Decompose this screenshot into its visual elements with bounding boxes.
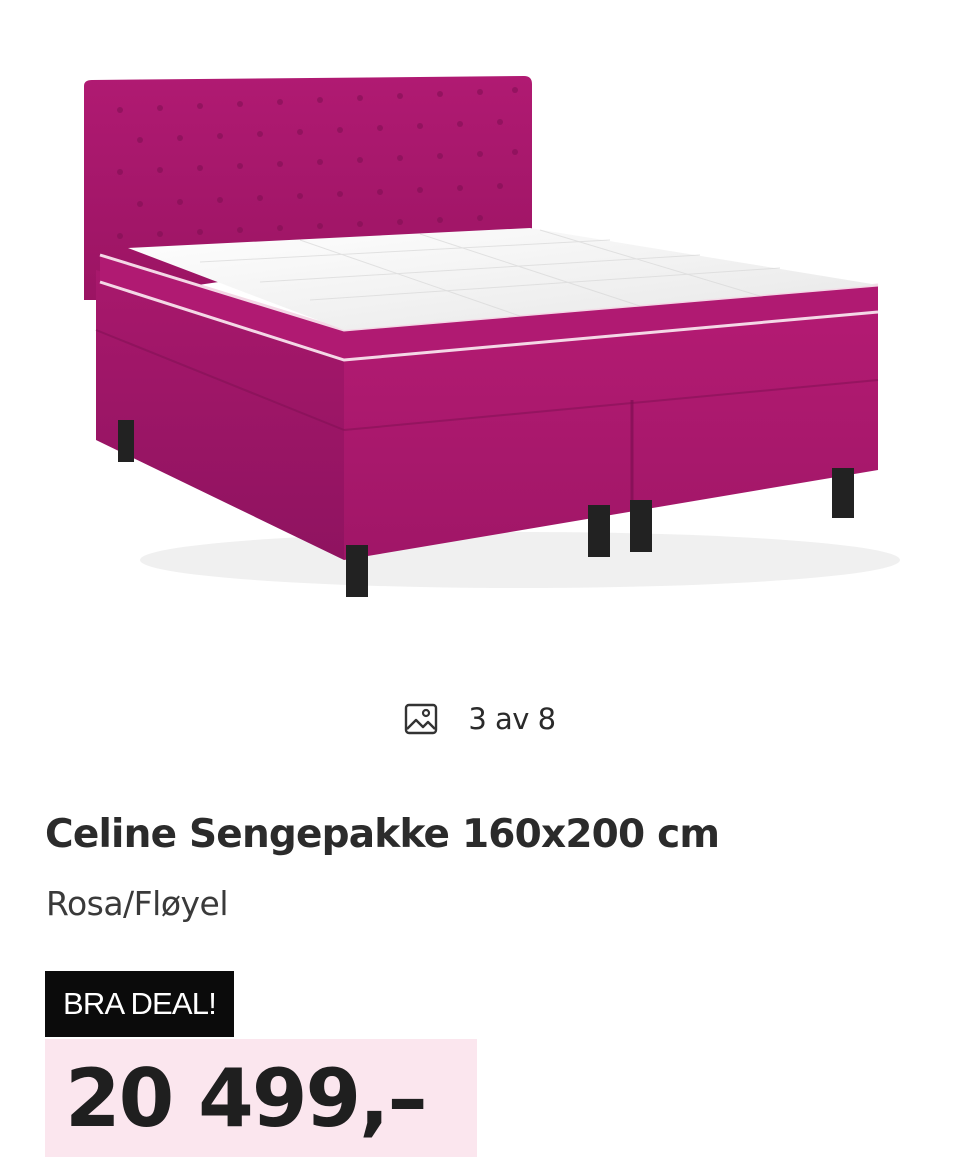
price-box: 20 499,–	[45, 1039, 477, 1157]
product-variant: Rosa/Fløyel	[46, 884, 229, 923]
bed-illustration	[84, 76, 900, 597]
product-image[interactable]	[0, 0, 960, 680]
product-title: Celine Sengepakke 160x200 cm	[45, 812, 720, 857]
price-value: 20 499,–	[65, 1051, 428, 1145]
gallery-counter-text: 3 av 8	[468, 702, 556, 736]
deal-badge: BRA DEAL!	[45, 971, 235, 1037]
image-icon	[404, 702, 438, 736]
gallery-counter: 3 av 8	[0, 702, 960, 736]
